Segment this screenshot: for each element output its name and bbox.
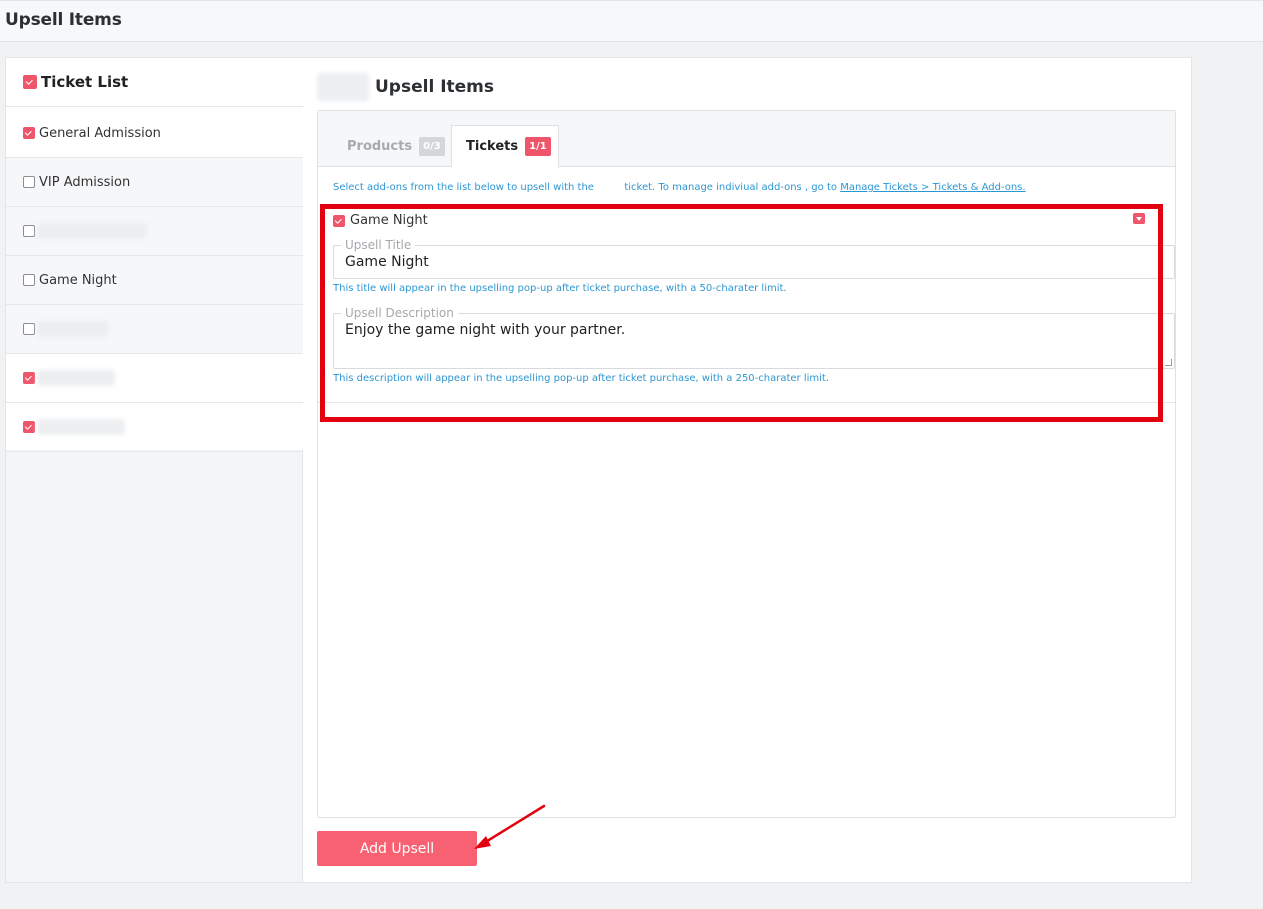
annotation-arrow-icon (474, 804, 546, 849)
